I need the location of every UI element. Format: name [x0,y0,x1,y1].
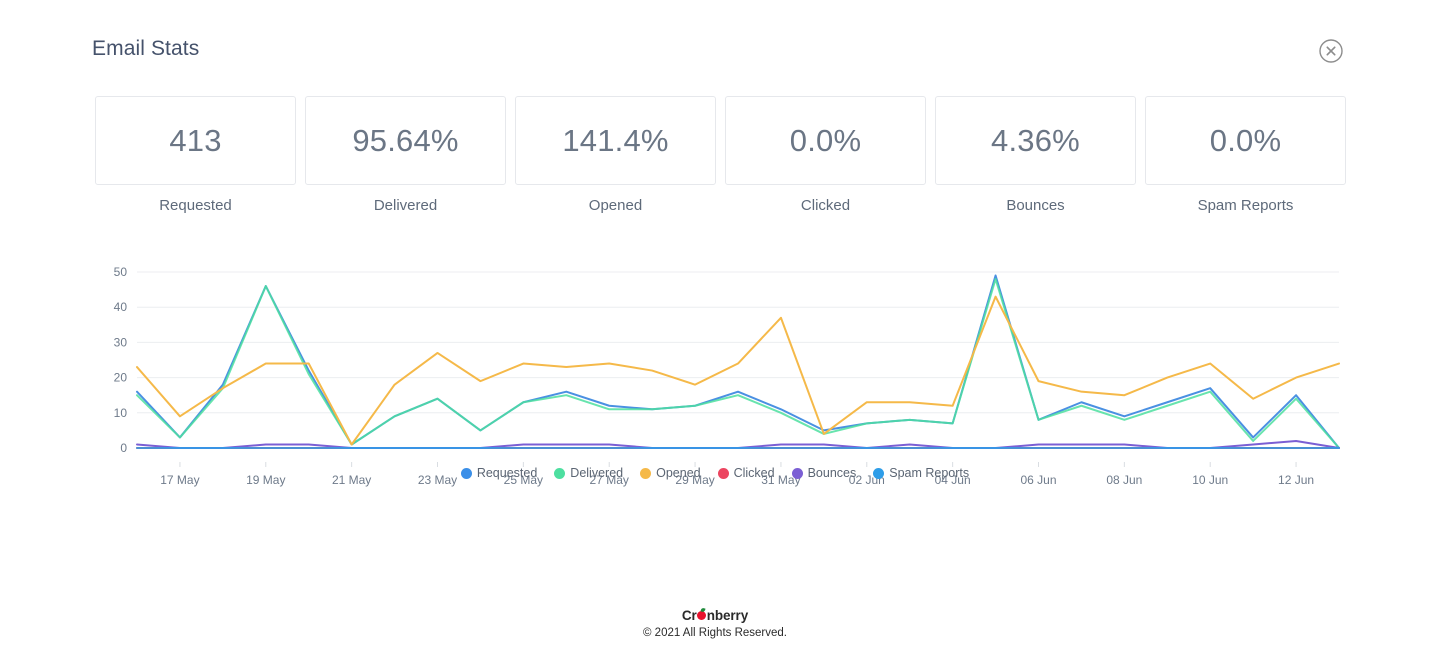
stat-card-spam-reports: 0.0% Spam Reports [1145,96,1346,214]
legend-label: Requested [476,466,538,480]
stat-card-clicked: 0.0% Clicked [725,96,926,214]
legend-item-clicked[interactable]: Clicked [717,466,775,480]
chart-legend: Requested Delivered Opened Clicked Bounces Sp… [0,466,1430,480]
stat-value-box: 0.0% [1145,96,1346,185]
berry-dot-icon [697,611,707,620]
legend-label: Delivered [570,466,624,480]
legend-label: Opened [656,466,701,480]
stat-label: Requested [159,197,232,214]
legend-item-delivered[interactable]: Delivered [554,466,623,480]
stat-value: 95.64% [352,122,459,158]
stat-card-bounces: 4.36% Bounces [935,96,1136,214]
stat-card-requested: 413 Requested [95,96,296,214]
stat-label: Opened [588,197,643,214]
y-axis-tick-label: 40 [114,300,128,314]
legend-label: Spam Reports [889,466,970,480]
stat-value-box: 0.0% [725,96,926,185]
stat-value: 0.0% [1209,122,1282,158]
brand-text-after: nberry [706,608,749,623]
page-footer: Cr nberry © 2021 All Rights Reserved. [0,608,1430,639]
legend-item-bounces[interactable]: Bounces [791,466,857,480]
y-axis-tick-label: 0 [120,441,127,455]
y-axis-tick-label: 30 [114,335,128,349]
copyright-text: © 2021 All Rights Reserved. [643,627,787,639]
email-stats-chart: 0 10 20 30 40 50 17 May 19 May 21 May 23 May 25 M… [95,262,1345,492]
stat-value-box: 141.4% [515,96,716,185]
series-line-bounces [136,439,1340,449]
series-line-opened [136,295,1340,446]
legend-label: Bounces [807,466,857,480]
close-icon[interactable] [1318,38,1344,64]
stats-cards-row: 413 Requested 95.64% Delivered 141.4% Opened 0… [95,96,1346,214]
stat-value-box: 4.36% [935,96,1136,185]
stat-label: Spam Reports [1197,197,1294,214]
legend-item-spam-reports[interactable]: Spam Reports [873,466,969,480]
legend-dot-icon [791,467,803,479]
y-axis-tick-label: 20 [114,371,128,385]
stat-value-box: 95.64% [305,96,506,185]
y-axis-tick-label: 50 [114,265,128,279]
stat-card-delivered: 95.64% Delivered [305,96,506,214]
y-axis-tick-label: 10 [114,406,128,420]
chart-canvas: 0 10 20 30 40 50 [114,265,1340,455]
stat-value: 4.36% [991,122,1080,158]
legend-dot-icon [717,467,729,479]
stat-card-opened: 141.4% Opened [515,96,716,214]
series-line-requested [136,274,1340,449]
legend-label: Clicked [733,466,775,480]
stat-label: Delivered [373,197,438,214]
stat-value: 413 [169,122,222,158]
legend-dot-icon [460,467,472,479]
stat-value-box: 413 [95,96,296,185]
page-title: Email Stats [92,37,200,60]
legend-item-opened[interactable]: Opened [640,466,701,480]
stat-value: 141.4% [562,122,669,158]
legend-dot-icon [873,467,885,479]
legend-dot-icon [554,467,566,479]
legend-dot-icon [640,467,652,479]
stat-label: Bounces [1006,197,1065,214]
stat-label: Clicked [800,197,851,214]
page-header: Email Stats [0,0,1430,86]
email-stats-page: Email Stats 413 Requested 95.64% Delivered 1… [0,0,1430,650]
brand-text-before: Cr [681,608,697,623]
legend-item-requested[interactable]: Requested [460,466,538,480]
stat-value: 0.0% [789,122,862,158]
cronberry-logo: Cr nberry [682,608,748,623]
